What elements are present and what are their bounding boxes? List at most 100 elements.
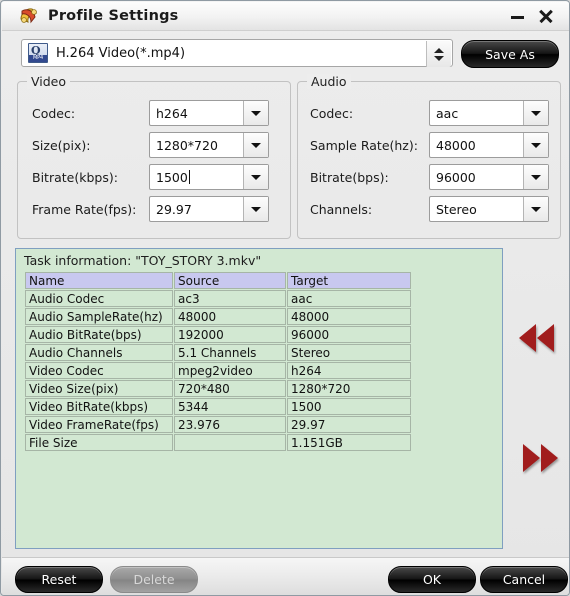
mp4-icon-tag: MP4 xyxy=(29,55,47,62)
audio-channels-combobox[interactable]: Stereo xyxy=(429,196,549,222)
next-task-button[interactable] xyxy=(517,442,563,474)
table-row[interactable]: Audio SampleRate(hz) 48000 48000 xyxy=(25,308,411,325)
reset-button[interactable]: Reset xyxy=(15,566,103,593)
cell-name: Audio Codec xyxy=(25,290,173,307)
forward-arrow-icon xyxy=(540,444,558,472)
cell-target: 1280*720 xyxy=(287,380,411,397)
previous-task-button[interactable] xyxy=(513,322,559,354)
cell-target: 29.97 xyxy=(287,416,411,433)
table-row[interactable]: Video FrameRate(fps) 23.976 29.97 xyxy=(25,416,411,433)
chevron-down-icon[interactable] xyxy=(523,165,548,189)
rewind-arrow-icon xyxy=(518,324,536,352)
profile-spinner[interactable] xyxy=(426,41,451,67)
cell-target: h264 xyxy=(287,362,411,379)
save-as-button[interactable]: Save As xyxy=(461,40,559,68)
audio-group: Audio Codec: aac Sample Rate(hz): 48000 … xyxy=(297,74,561,239)
cell-name: Video FrameRate(fps) xyxy=(25,416,173,433)
audio-channels-label: Channels: xyxy=(310,201,373,217)
cell-target: 1.151GB xyxy=(287,434,411,451)
audio-channels-value: Stereo xyxy=(436,201,477,217)
cell-source: 5.1 Channels xyxy=(174,344,286,361)
video-codec-label: Codec: xyxy=(32,105,76,121)
table-row[interactable]: Audio BitRate(bps) 192000 96000 xyxy=(25,326,411,343)
audio-codec-row: Codec: xyxy=(310,100,353,126)
video-framerate-combobox[interactable]: 29.97 xyxy=(149,196,269,222)
audio-bitrate-value: 96000 xyxy=(436,169,476,185)
cell-target: 1500 xyxy=(287,398,411,415)
cell-name: Audio SampleRate(hz) xyxy=(25,308,173,325)
chevron-down-icon[interactable] xyxy=(243,133,268,157)
audio-samplerate-label: Sample Rate(hz): xyxy=(310,137,418,153)
video-codec-value: h264 xyxy=(156,105,188,121)
minimize-icon[interactable] xyxy=(510,8,526,24)
window-title: Profile Settings xyxy=(48,8,179,24)
chevron-down-icon[interactable] xyxy=(523,133,548,157)
video-size-combobox[interactable]: 1280*720 xyxy=(149,132,269,158)
cell-source: 23.976 xyxy=(174,416,286,433)
audio-samplerate-combobox[interactable]: 48000 xyxy=(429,132,549,158)
audio-bitrate-row: Bitrate(bps): xyxy=(310,164,389,190)
video-bitrate-label: Bitrate(kbps): xyxy=(32,169,118,185)
table-row[interactable]: Video BitRate(kbps) 5344 1500 xyxy=(25,398,411,415)
audio-bitrate-combobox[interactable]: 96000 xyxy=(429,164,549,190)
chevron-down-icon[interactable] xyxy=(243,197,268,221)
table-row[interactable]: Video Codec mpeg2video h264 xyxy=(25,362,411,379)
video-codec-row: Codec: xyxy=(32,100,75,126)
spinner-down-icon xyxy=(434,55,444,61)
video-group: Video Codec: h264 Size(pix): 1280*720 Bi… xyxy=(17,74,291,239)
audio-codec-combobox[interactable]: aac xyxy=(429,100,549,126)
cell-name: Video Size(pix) xyxy=(25,380,173,397)
audio-codec-value: aac xyxy=(436,105,459,121)
close-icon[interactable] xyxy=(538,8,554,24)
video-group-legend: Video xyxy=(27,74,71,89)
task-information-table: Name Source Target Audio Codec ac3 aac Audi… xyxy=(24,271,412,452)
task-information-panel: Task information: "TOY_STORY 3.mkv" Name… xyxy=(15,248,503,549)
video-size-row: Size(pix): xyxy=(32,132,90,158)
video-bitrate-value[interactable]: 1500 xyxy=(156,170,188,185)
table-row[interactable]: Video Size(pix) 720*480 1280*720 xyxy=(25,380,411,397)
video-codec-combobox[interactable]: h264 xyxy=(149,100,269,126)
cell-target: 96000 xyxy=(287,326,411,343)
column-header-source: Source xyxy=(174,272,286,289)
cell-name: Video Codec xyxy=(25,362,173,379)
chevron-down-icon[interactable] xyxy=(243,101,268,125)
title-bar: Profile Settings xyxy=(2,2,569,31)
cell-name: File Size xyxy=(25,434,173,451)
cell-source: 720*480 xyxy=(174,380,286,397)
video-size-value: 1280*720 xyxy=(156,137,218,153)
audio-samplerate-row: Sample Rate(hz): xyxy=(310,132,418,158)
table-header-row: Name Source Target xyxy=(25,272,411,289)
table-row[interactable]: File Size 1.151GB xyxy=(25,434,411,451)
mp4-file-icon: Q MP4 xyxy=(28,43,48,63)
task-information-title: Task information: "TOY_STORY 3.mkv" xyxy=(24,253,262,268)
column-header-name: Name xyxy=(25,272,173,289)
audio-bitrate-label: Bitrate(bps): xyxy=(310,169,389,185)
column-header-target: Target xyxy=(287,272,411,289)
ok-button[interactable]: OK xyxy=(388,566,476,593)
table-row[interactable]: Audio Codec ac3 aac xyxy=(25,290,411,307)
cell-name: Audio Channels xyxy=(25,344,173,361)
profile-combobox[interactable]: Q MP4 H.264 Video(*.mp4) xyxy=(21,39,453,67)
table-row[interactable]: Audio Channels 5.1 Channels Stereo xyxy=(25,344,411,361)
footer-bar: Reset Delete OK Cancel xyxy=(2,557,569,595)
chevron-down-icon[interactable] xyxy=(523,101,548,125)
profile-value: H.264 Video(*.mp4) xyxy=(56,45,186,61)
video-bitrate-row: Bitrate(kbps): xyxy=(32,164,118,190)
cell-source: 5344 xyxy=(174,398,286,415)
cancel-button[interactable]: Cancel xyxy=(480,566,568,593)
cell-target: aac xyxy=(287,290,411,307)
audio-channels-row: Channels: xyxy=(310,196,372,222)
chevron-down-icon[interactable] xyxy=(243,165,268,189)
cell-source: ac3 xyxy=(174,290,286,307)
chevron-down-icon[interactable] xyxy=(523,197,548,221)
audio-group-legend: Audio xyxy=(307,74,351,89)
text-caret xyxy=(188,170,190,184)
video-framerate-label: Frame Rate(fps): xyxy=(32,201,137,217)
cell-target: Stereo xyxy=(287,344,411,361)
video-bitrate-combobox[interactable]: 1500 xyxy=(149,164,269,190)
cell-name: Video BitRate(kbps) xyxy=(25,398,173,415)
audio-samplerate-value: 48000 xyxy=(436,137,476,153)
forward-arrow-icon xyxy=(522,444,540,472)
profile-settings-window: Profile Settings Q MP4 H.264 Video(*.mp4… xyxy=(0,0,570,596)
cell-target: 48000 xyxy=(287,308,411,325)
